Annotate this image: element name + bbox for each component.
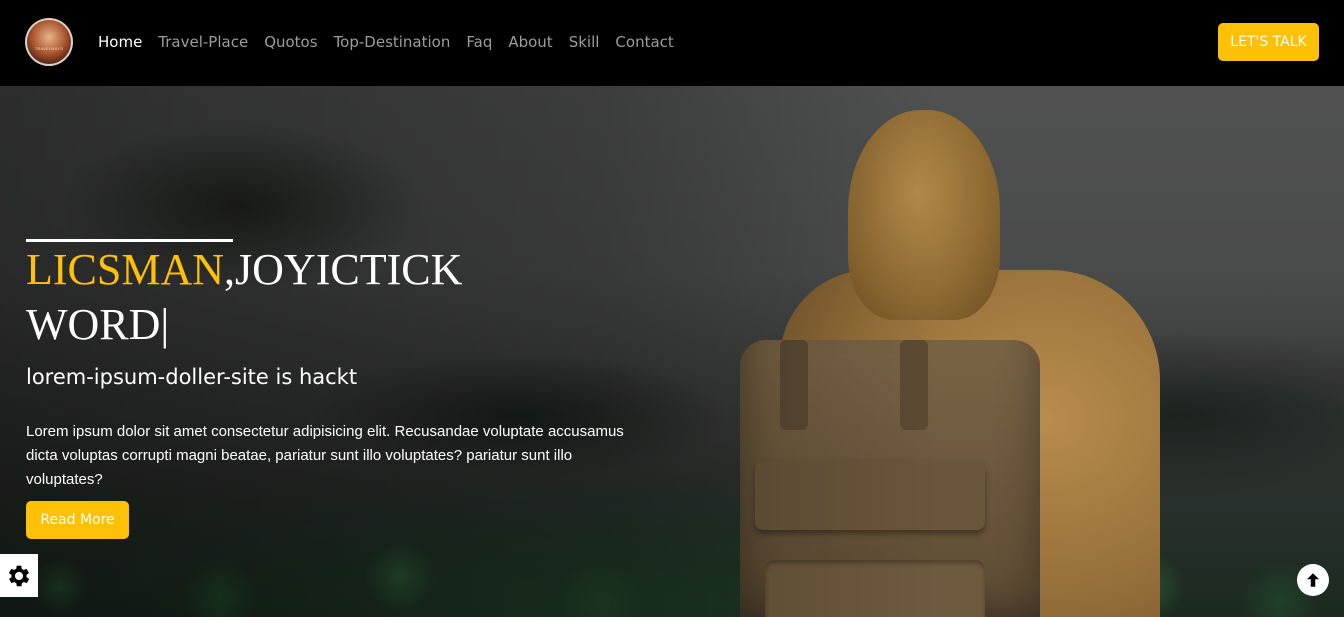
scroll-to-top-button[interactable] <box>1297 564 1329 596</box>
nav-link-top-destination[interactable]: Top-Destination <box>334 33 451 51</box>
settings-toggle[interactable] <box>0 554 38 597</box>
hero-title-accent: LICSMAN <box>26 245 225 294</box>
read-more-button[interactable]: Read More <box>26 501 129 539</box>
nav-link-faq[interactable]: Faq <box>466 33 492 51</box>
hero-title: LICSMAN,JOYICTICK WORD| <box>26 242 526 352</box>
nav-link-home[interactable]: Home <box>98 33 142 51</box>
hero-title-line2: WORD| <box>26 300 170 349</box>
nav-link-contact[interactable]: Contact <box>615 33 673 51</box>
nav-link-about[interactable]: About <box>508 33 552 51</box>
navbar: TRAVELWAYS Home Travel-Place Quotos Top-… <box>0 0 1344 86</box>
nav-links: Home Travel-Place Quotos Top-Destination… <box>98 33 690 51</box>
lets-talk-button[interactable]: LET'S TALK <box>1218 23 1319 61</box>
arrow-up-icon <box>1307 573 1319 587</box>
logo-text: TRAVELWAYS <box>34 46 64 51</box>
nav-link-skill[interactable]: Skill <box>569 33 600 51</box>
gear-icon <box>8 565 30 586</box>
hero-description: Lorem ipsum dolor sit amet consectetur a… <box>26 423 624 488</box>
nav-link-travel-place[interactable]: Travel-Place <box>158 33 248 51</box>
hero-title-rest: ,JOYICTICK <box>224 245 463 294</box>
nav-link-quotos[interactable]: Quotos <box>264 33 317 51</box>
hero-subtitle: lorem-ipsum-doller-site is hackt <box>26 365 358 389</box>
brand-logo[interactable]: TRAVELWAYS <box>25 18 73 66</box>
